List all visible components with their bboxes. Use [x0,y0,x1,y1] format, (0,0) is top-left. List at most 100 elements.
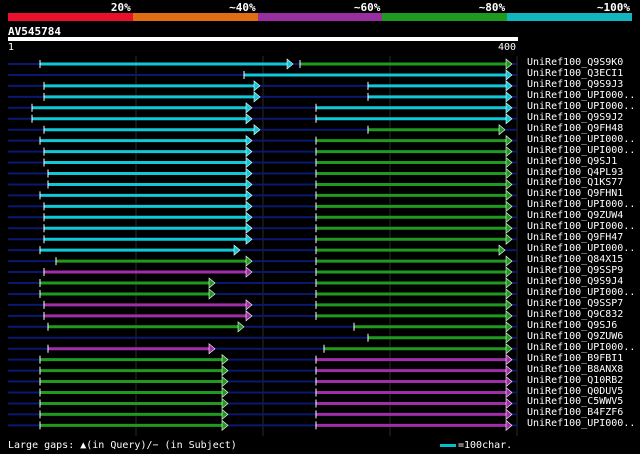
hit-label[interactable]: UniRef100_Q9S9K0 [527,57,623,68]
hit-label[interactable]: UniRef100_UPI000.. [527,145,635,156]
scale-bar-icon [440,443,456,447]
hit-label[interactable]: UniRef100_Q9FHN1 [527,188,623,199]
hit-label[interactable]: UniRef100_UPI000.. [527,342,635,353]
hit-label[interactable]: UniRef100_Q10RB2 [527,375,623,386]
segment-arrow-icon [498,244,506,256]
hit-label[interactable]: UniRef100_UPI000.. [527,418,635,429]
segment-arrow-icon [505,321,513,333]
hit-label[interactable]: UniRef100_B9FBI1 [527,353,623,364]
segment-arrow-icon [505,80,513,92]
segment-arrow-icon [245,145,253,158]
hit-label[interactable]: UniRef100_Q9S9J2 [527,112,623,123]
hit-label[interactable]: UniRef100_Q9ZUW4 [527,210,623,221]
segment-arrow-icon [505,288,513,300]
hit-label[interactable]: UniRef100_Q9S9J3 [527,79,623,90]
hit-label[interactable]: UniRef100_Q9FH48 [527,123,623,134]
segment-arrow-icon [237,321,245,333]
segment-arrow-icon [221,408,229,421]
segment-arrow-icon [245,310,253,322]
scale-legend: =100char. [440,440,512,451]
hit-label[interactable]: UniRef100_B8ANX8 [527,364,623,375]
hit-label[interactable]: UniRef100_Q9SJ1 [527,156,617,167]
hit-label[interactable]: UniRef100_Q4PL93 [527,167,623,178]
hit-label[interactable]: UniRef100_Q0DUV5 [527,386,623,397]
segment-arrow-icon [245,266,253,278]
segment-arrow-icon [245,113,253,125]
segment-arrow-icon [505,200,513,212]
hit-label[interactable]: UniRef100_Q84X15 [527,254,623,265]
segment-arrow-icon [505,58,513,70]
segment-arrow-icon [245,200,253,212]
segment-arrow-icon [221,419,229,431]
segment-arrow-icon [208,343,216,355]
segment-arrow-icon [505,310,513,322]
segment-arrow-icon [505,69,513,81]
segment-arrow-icon [245,102,253,114]
segment-arrow-icon [505,189,513,202]
segment-arrow-icon [505,419,513,431]
segment-arrow-icon [245,222,253,234]
segment-arrow-icon [505,222,513,234]
hit-label[interactable]: UniRef100_UPI000.. [527,134,635,145]
hit-label[interactable]: UniRef100_UPI000.. [527,243,635,254]
segment-arrow-icon [505,266,513,278]
segment-arrow-icon [245,255,253,267]
segment-arrow-icon [505,156,513,169]
segment-arrow-icon [505,343,513,355]
segment-arrow-icon [505,91,513,103]
segment-arrow-icon [505,299,513,311]
segment-arrow-icon [245,211,253,223]
segment-arrow-icon [505,255,513,267]
hit-label[interactable]: UniRef100_Q9C832 [527,309,623,320]
hit-label[interactable]: UniRef100_Q9SSP7 [527,298,623,309]
hit-label[interactable]: UniRef100_B4FZF6 [527,407,623,418]
hit-label[interactable]: UniRef100_Q3ECI1 [527,68,623,79]
hit-label[interactable]: UniRef100_Q9SJ6 [527,320,617,331]
hit-label[interactable]: UniRef100_C5WWV5 [527,396,623,407]
hit-label[interactable]: UniRef100_UPI000.. [527,221,635,232]
segment-arrow-icon [245,178,253,191]
segment-arrow-icon [221,375,229,388]
segment-arrow-icon [505,135,513,147]
segment-arrow-icon [221,397,229,410]
segment-arrow-icon [505,375,513,388]
segment-arrow-icon [253,91,261,103]
segment-arrow-icon [505,211,513,223]
segment-arrow-icon [505,113,513,125]
segment-arrow-icon [245,135,253,147]
hit-label[interactable]: UniRef100_UPI000.. [527,101,635,112]
hit-label[interactable]: UniRef100_Q9ZUW6 [527,331,623,342]
segment-arrow-icon [253,124,261,136]
hit-label[interactable]: UniRef100_Q9SSP9 [527,265,623,276]
segment-arrow-icon [245,233,253,245]
segment-arrow-icon [505,354,513,366]
segment-arrow-icon [253,80,261,92]
segment-arrow-icon [245,156,253,169]
segment-arrow-icon [221,386,229,399]
segment-arrow-icon [505,178,513,191]
hit-label[interactable]: UniRef100_Q1KS77 [527,177,623,188]
segment-arrow-icon [221,354,229,366]
segment-arrow-icon [505,167,513,180]
segment-arrow-icon [233,244,241,256]
segment-arrow-icon [498,124,506,136]
segment-arrow-icon [505,233,513,245]
hit-label[interactable]: UniRef100_UPI000.. [527,287,635,298]
segment-arrow-icon [245,299,253,311]
segment-arrow-icon [208,277,216,289]
scale-label: =100char. [458,440,513,451]
hit-label[interactable]: UniRef100_Q9S9J4 [527,276,623,287]
segment-arrow-icon [221,364,229,377]
segment-arrow-icon [505,408,513,421]
segment-arrow-icon [505,277,513,289]
segment-arrow-icon [208,288,216,300]
hit-label[interactable]: UniRef100_Q9FH47 [527,232,623,243]
segment-arrow-icon [245,167,253,180]
segment-arrow-icon [245,189,253,202]
hit-label[interactable]: UniRef100_UPI000.. [527,199,635,210]
gap-legend: Large gaps: ▲(in Query)/− (in Subject) [8,440,237,451]
hit-label[interactable]: UniRef100_UPI000.. [527,90,635,101]
segment-arrow-icon [505,364,513,377]
segment-arrow-icon [505,102,513,114]
segment-arrow-icon [505,145,513,158]
